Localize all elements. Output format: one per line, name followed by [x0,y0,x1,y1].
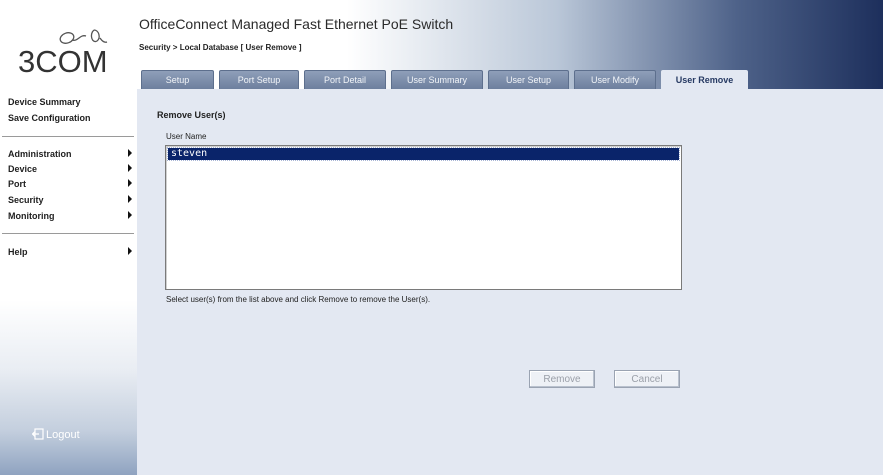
sidebar-divider [2,233,134,234]
tab-setup[interactable]: Setup [141,70,214,89]
sidebar-link-device-summary[interactable]: Device Summary [8,97,81,107]
logout-button[interactable]: Logout [32,428,80,441]
sidebar-link-save-configuration[interactable]: Save Configuration [8,113,91,123]
breadcrumb: Security > Local Database [ User Remove … [139,43,302,52]
submenu-arrow-icon [128,211,132,219]
user-name-listbox[interactable]: steven [165,145,682,290]
sidebar-menu-administration[interactable]: Administration [8,149,134,159]
tab-user-modify[interactable]: User Modify [574,70,656,89]
sidebar-menu-device[interactable]: Device [8,164,134,174]
sidebar-menu-label: Help [8,247,28,257]
sidebar-menu-security[interactable]: Security [8,195,134,205]
section-title: Remove User(s) [157,110,226,120]
sidebar-menu-help[interactable]: Help [8,247,134,257]
submenu-arrow-icon [128,149,132,157]
submenu-arrow-icon [128,179,132,187]
tab-port-setup[interactable]: Port Setup [219,70,299,89]
sidebar-menu-monitoring[interactable]: Monitoring [8,211,134,221]
submenu-arrow-icon [128,164,132,172]
sidebar-menu-label: Monitoring [8,211,55,221]
remove-button[interactable]: Remove [529,370,595,388]
tab-user-setup[interactable]: User Setup [488,70,569,89]
sidebar-menu-label: Security [8,195,44,205]
submenu-arrow-icon [128,195,132,203]
logo: 3COM [0,0,137,90]
sidebar: 3COM Device Summary Save Configuration A… [0,0,137,475]
tab-user-summary[interactable]: User Summary [391,70,483,89]
sidebar-menu-port[interactable]: Port [8,179,134,189]
main-panel: Remove User(s) User Name steven Select u… [137,89,883,475]
tab-bar: Setup Port Setup Port Detail User Summar… [139,70,883,90]
user-list-item[interactable]: steven [167,147,680,161]
sidebar-menu-label: Device [8,164,38,174]
sidebar-divider [2,136,134,137]
sidebar-menu-label: Administration [8,149,72,159]
submenu-arrow-icon [128,247,132,255]
app-title: OfficeConnect Managed Fast Ethernet PoE … [139,16,454,32]
logout-label: Logout [46,429,80,441]
user-list-label: User Name [166,132,207,141]
help-text: Select user(s) from the list above and c… [166,295,431,304]
cancel-button[interactable]: Cancel [614,370,680,388]
header: OfficeConnect Managed Fast Ethernet PoE … [137,0,883,90]
tab-port-detail[interactable]: Port Detail [304,70,386,89]
logo-text: 3COM [18,44,108,79]
tab-user-remove[interactable]: User Remove [661,70,748,90]
sidebar-menu-label: Port [8,179,26,189]
logout-icon [32,428,44,440]
